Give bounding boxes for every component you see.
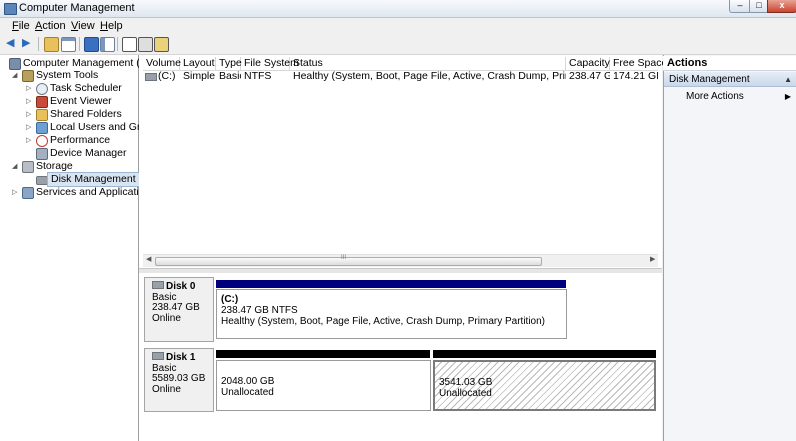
navigation-tree: Computer Management (Local ◢ System Tool… [0, 55, 165, 441]
tree-item-local-users[interactable]: ▷ Local Users and Groups [0, 121, 163, 134]
table-row[interactable]: (C:) Simple Basic NTFS Healthy (System, … [143, 70, 658, 83]
unallocated-partition-2[interactable]: 3541.03 GB Unallocated [433, 360, 656, 411]
expanded-arrow-icon[interactable]: ◢ [12, 69, 17, 82]
column-header-capacity[interactable]: Capacity [566, 57, 610, 70]
forward-arrow-icon[interactable]: ▶ [22, 37, 35, 50]
services-icon [22, 187, 34, 199]
maximize-button[interactable]: □ [749, 0, 769, 13]
unallocated-partition-1[interactable]: 2048.00 GB Unallocated [216, 360, 431, 411]
event-viewer-icon [36, 96, 48, 108]
collapsed-arrow-icon[interactable]: ▷ [26, 121, 31, 134]
collapsed-arrow-icon[interactable]: ▷ [26, 134, 31, 147]
computer-management-icon [4, 3, 17, 15]
disk-icon [152, 281, 164, 289]
toolbar-separator [79, 37, 80, 51]
clock-icon [36, 83, 48, 95]
scrollbar-thumb[interactable]: III [155, 255, 542, 266]
tree-item-device-manager[interactable]: Device Manager [0, 147, 138, 160]
collapsed-arrow-icon[interactable]: ▷ [12, 186, 17, 199]
up-folder-icon[interactable] [44, 37, 59, 52]
toolbar: ◀ ▶ [0, 34, 796, 55]
column-header-file-system[interactable]: File System [241, 57, 299, 70]
properties-icon[interactable] [138, 37, 153, 52]
expanded-arrow-icon[interactable]: ◢ [12, 160, 17, 173]
actions-pane [663, 55, 796, 441]
refresh-icon[interactable] [122, 37, 137, 52]
primary-partition-bar [216, 280, 566, 288]
menu-file[interactable]: File [12, 20, 30, 32]
menu-help[interactable]: Help [100, 20, 123, 32]
device-manager-icon [36, 148, 48, 160]
performance-icon [36, 135, 48, 147]
toolbar-separator [38, 37, 39, 51]
collapse-up-icon[interactable]: ▲ [784, 72, 792, 87]
disk-1-label[interactable]: Disk 1 Basic 5589.03 GB Online [144, 348, 214, 412]
tree-item-task-scheduler[interactable]: ▷ Task Scheduler [0, 82, 138, 95]
menu-bar: File Action View Help [0, 18, 796, 34]
help-icon[interactable] [84, 37, 99, 52]
collapsed-arrow-icon[interactable]: ▷ [26, 82, 31, 95]
tree-item-system-tools[interactable]: ◢ System Tools [0, 69, 138, 82]
tree-item-shared-folders[interactable]: ▷ Shared Folders [0, 108, 138, 121]
menu-action[interactable]: Action [35, 20, 66, 32]
collapsed-arrow-icon[interactable]: ▷ [26, 108, 31, 121]
partition-c[interactable]: (C:) 238.47 GB NTFS Healthy (System, Boo… [216, 289, 567, 339]
submenu-arrow-icon: ▶ [784, 92, 791, 101]
tree-item-disk-management[interactable]: Disk Management [0, 172, 140, 187]
scroll-right-icon[interactable]: ▶ [650, 255, 655, 263]
tools-icon [22, 70, 34, 82]
users-icon [36, 122, 48, 134]
properties-pane-icon[interactable] [100, 37, 115, 52]
tree-item-performance[interactable]: ▷ Performance [0, 134, 138, 147]
menu-view[interactable]: View [71, 20, 95, 32]
show-hide-tree-icon[interactable] [61, 37, 76, 52]
export-list-icon[interactable] [154, 37, 169, 52]
disk-icon [152, 352, 164, 360]
unallocated-bar [433, 350, 656, 358]
tree-item-event-viewer[interactable]: ▷ Event Viewer [0, 95, 138, 108]
scroll-left-icon[interactable]: ◀ [146, 255, 151, 263]
volume-list-header: Volume Layout Type File System Status Ca… [143, 57, 667, 71]
column-header-layout[interactable]: Layout [180, 57, 216, 70]
close-button[interactable]: x [767, 0, 796, 13]
column-header-volume[interactable]: Volume [143, 57, 181, 70]
column-header-free-space[interactable]: Free Space [610, 57, 667, 70]
actions-section-disk-management[interactable]: Disk Management ▲ [664, 72, 796, 87]
back-arrow-icon[interactable]: ◀ [6, 37, 19, 50]
selected-tree-label: Disk Management [47, 172, 140, 187]
more-actions-item[interactable]: More Actions ▶ [664, 90, 796, 104]
window-title: Computer Management [19, 2, 135, 14]
column-header-status[interactable]: Status [290, 57, 566, 70]
minimize-button[interactable]: – [729, 0, 751, 13]
storage-icon [22, 161, 34, 173]
shared-folder-icon [36, 109, 48, 121]
column-header-type[interactable]: Type [216, 57, 242, 70]
scrollbar-grip: III [341, 255, 347, 261]
unallocated-bar [216, 350, 430, 358]
collapsed-arrow-icon[interactable]: ▷ [26, 95, 31, 108]
toolbar-separator [117, 37, 118, 51]
disk-0-label[interactable]: Disk 0 Basic 238.47 GB Online [144, 277, 214, 342]
tree-item-services-applications[interactable]: ▷ Services and Applications [0, 186, 156, 199]
actions-title: Actions [663, 56, 796, 71]
